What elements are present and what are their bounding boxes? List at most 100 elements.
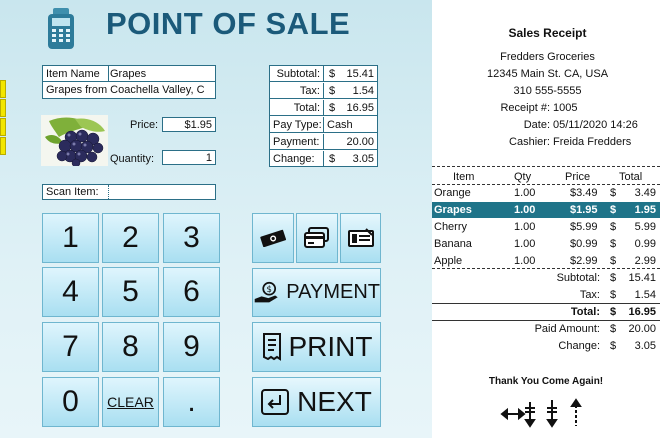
total-currency: $ [329, 102, 336, 114]
receipt-item-price: $5.99 [570, 221, 598, 233]
receipt-item-row[interactable]: Banana 1.00 $0.99 $0.99 [432, 236, 660, 252]
key-1[interactable]: 1 [42, 213, 99, 263]
scan-item-input[interactable] [109, 185, 215, 199]
receipt-divider [432, 268, 660, 269]
receipt-tax: 1.54 [634, 289, 656, 301]
receipt-item-name: Apple [434, 255, 463, 267]
side-tab[interactable] [0, 99, 6, 117]
next-button[interactable]: NEXT [252, 377, 381, 427]
receipt-item-name: Banana [434, 238, 472, 250]
app-title: POINT OF SALE [106, 6, 351, 41]
receipt-tax-row: Tax: $ 1.54 [432, 287, 660, 303]
subtotal-value: 15.41 [346, 68, 374, 80]
side-tab[interactable] [0, 80, 6, 98]
subtotal-currency: $ [329, 68, 336, 80]
change-currency: $ [329, 153, 336, 165]
cash-button[interactable] [252, 213, 294, 263]
key-4[interactable]: 4 [42, 267, 99, 317]
next-label: NEXT [297, 386, 372, 417]
receipt-item-qty: 1.00 [514, 221, 536, 233]
pay-type-field[interactable]: Cash [324, 117, 356, 132]
scan-item-label: Scan Item: [43, 185, 109, 199]
side-tab[interactable] [0, 137, 6, 155]
receipt-item-total: 0.99 [634, 238, 656, 250]
payment-label: Payment: [270, 134, 324, 149]
receipt-item-qty: 1.00 [514, 187, 536, 199]
receipt-change: 3.05 [634, 340, 656, 352]
receipt-subtotal-row: Subtotal: $ 15.41 [432, 270, 660, 286]
col-total-header: Total [619, 171, 643, 183]
subtotal-label: Subtotal: [270, 66, 324, 81]
receipt-item-name: Cherry [434, 221, 468, 233]
pay-type-label: Pay Type: [270, 117, 324, 132]
receipt-total-currency: $ [610, 306, 617, 318]
receipt-paid-currency: $ [610, 323, 617, 335]
change-label: Change: [270, 151, 324, 167]
receipt-item-qty: 1.00 [514, 255, 536, 267]
receipt-subtotal: 15.41 [628, 272, 656, 284]
receipt-item-row[interactable]: Grapes 1.00 $1.95 $1.95 [432, 202, 660, 218]
receipt-item-currency: $ [610, 238, 617, 250]
item-name-field[interactable]: Grapes [107, 66, 149, 81]
svg-text:$: $ [266, 285, 271, 295]
receipt-item-name: Grapes [434, 204, 472, 216]
key-8[interactable]: 8 [102, 322, 159, 372]
receipt-paid-label: Paid Amount: [534, 323, 600, 335]
receipt-item-currency: $ [610, 255, 617, 267]
quantity-label: Quantity: [110, 153, 155, 165]
item-name-label: Item Name [43, 66, 109, 81]
hand-coin-icon: $ [254, 281, 278, 302]
payment-button[interactable]: $ PAYMENT [252, 268, 381, 317]
receipt-total: 16.95 [628, 306, 656, 318]
key-6[interactable]: 6 [163, 267, 220, 317]
print-button[interactable]: PRINT [252, 322, 381, 372]
clear-button[interactable]: CLEAR [102, 377, 159, 427]
receipt-tax-currency: $ [610, 289, 617, 301]
receipt-date: 05/11/2020 14:26 [553, 119, 638, 131]
cashier-label: Cashier: [509, 136, 550, 148]
key-5[interactable]: 5 [102, 267, 159, 317]
key-9[interactable]: 9 [163, 322, 220, 372]
key-7[interactable]: 7 [42, 322, 99, 372]
receipt-icon [262, 333, 281, 361]
check-button[interactable] [340, 213, 381, 263]
change-value: 3.05 [352, 153, 374, 165]
receipt-item-total: 5.99 [634, 221, 656, 233]
receipt-change-row: Change: $ 3.05 [432, 338, 660, 354]
receipt-item-currency: $ [610, 221, 617, 233]
quantity-field[interactable]: 1 [162, 150, 216, 165]
receipt-item-row[interactable]: Orange 1.00 $3.49 $3.49 [432, 185, 660, 201]
key-3[interactable]: 3 [163, 213, 220, 263]
key-0[interactable]: 0 [42, 377, 99, 427]
col-price-header: Price [565, 171, 591, 183]
item-description-field[interactable]: Grapes from Coachella Valley, C [43, 82, 208, 99]
receipt-title: Sales Receipt [508, 26, 587, 40]
item-name-box: Item Name Grapes Grapes from Coachella V… [42, 65, 216, 99]
store-name: Fredders Groceries [500, 51, 595, 63]
key-2[interactable]: 2 [102, 213, 159, 263]
receipt-subtotal-currency: $ [610, 272, 617, 284]
store-phone: 310 555-5555 [513, 85, 582, 97]
receipt-item-qty: 1.00 [514, 204, 536, 216]
store-address: 12345 Main St. CA, USA [486, 68, 609, 80]
receipt-total-label: Total: [570, 306, 600, 318]
check-icon [347, 228, 374, 247]
card-button[interactable] [296, 213, 338, 263]
receipt-item-price: $2.99 [570, 255, 598, 267]
side-tab[interactable] [0, 118, 6, 136]
receipt-number-label: Receipt #: [500, 102, 550, 114]
receipt-item-row[interactable]: Apple 1.00 $2.99 $2.99 [432, 253, 660, 269]
price-field[interactable]: $1.95 [162, 117, 216, 132]
cashier-name: Freida Fredders [553, 136, 632, 148]
receipt-header-row: Item Qty Price Total [432, 169, 660, 185]
scroll-arrows-icon[interactable] [500, 396, 586, 430]
receipt-item-row[interactable]: Cherry 1.00 $5.99 $5.99 [432, 219, 660, 235]
tax-value: 1.54 [352, 85, 374, 97]
key-decimal[interactable]: . [163, 377, 220, 427]
receipt-change-currency: $ [610, 340, 617, 352]
receipt-paid: 20.00 [628, 323, 656, 335]
receipt-item-total: 1.95 [634, 204, 656, 216]
receipt-tax-label: Tax: [579, 289, 600, 301]
payment-field[interactable]: 20.00 [343, 134, 377, 149]
cash-icon [260, 229, 286, 247]
